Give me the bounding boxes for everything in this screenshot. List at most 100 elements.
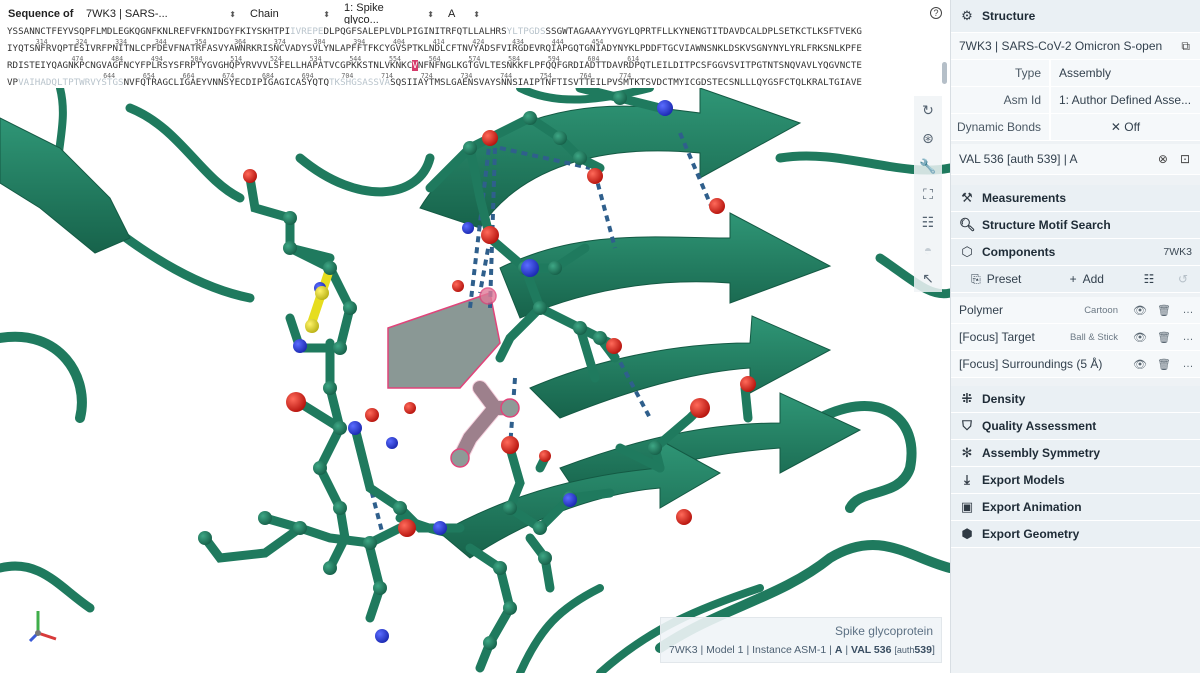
sequence-line[interactable]: RDISTEIYQAGNKPCNGVAGFNCYFPLRSYSFRPTYGVGH… bbox=[7, 60, 862, 72]
structure-entry-row[interactable]: 7WK3 | SARS-CoV-2 Omicron S-open ⧉ bbox=[951, 33, 1200, 60]
reset-camera-icon[interactable]: ↻ bbox=[914, 96, 942, 124]
eye-icon[interactable]: 👁︎ bbox=[1128, 304, 1152, 317]
tools-wrench-icon[interactable]: 🔧 bbox=[914, 152, 942, 180]
fullscreen-icon[interactable]: ⛶ bbox=[914, 180, 942, 208]
mol-viewer-app: Sequence of 7WK3 | SARS-... ⬍ Chain ⬍ 1: S… bbox=[0, 0, 1200, 673]
residue-span[interactable]: DLPQGFSALEPLVDLPIGINITRFQTLLALHRS bbox=[323, 26, 506, 37]
entity-select-value: 7WK3 | SARS-... bbox=[86, 8, 168, 20]
component-type: Ball & Stick bbox=[1069, 331, 1118, 343]
component-name[interactable]: Polymer bbox=[959, 303, 1084, 317]
focus-row[interactable]: VAL 536 [auth 539] | A ⊗ ⊡ bbox=[951, 144, 1200, 175]
motif-search-header[interactable]: 🔍︎ Structure Motif Search bbox=[951, 212, 1200, 239]
puzzle-icon: ✻ bbox=[961, 445, 973, 460]
settings-sliders-icon[interactable]: ☷ bbox=[914, 208, 942, 236]
question-circle-icon[interactable]: ? bbox=[930, 7, 942, 19]
export-animation-header[interactable]: ▣ Export Animation bbox=[951, 494, 1200, 521]
components-header[interactable]: ⬡ Components 7WK3 bbox=[951, 239, 1200, 266]
info-sep: | bbox=[746, 644, 750, 656]
mode-select[interactable]: Chain ⬍ bbox=[246, 5, 334, 23]
more-options-icon[interactable]: … bbox=[1176, 304, 1200, 316]
residue-span[interactable]: RDISTEIYQAGNKPCNGVAGFNCYFPLRSYSFRPTYGVGH… bbox=[7, 60, 412, 71]
export-geometry-header[interactable]: ⬢ Export Geometry bbox=[951, 521, 1200, 548]
unmodeled-residues[interactable]: IVREPE bbox=[290, 26, 323, 37]
unmodeled-residues[interactable]: TKSHGSASSVA bbox=[329, 77, 390, 88]
info-model: Model 1 bbox=[706, 644, 744, 656]
polymer-select[interactable]: 1: Spike glyco... ⬍ bbox=[340, 2, 438, 26]
measurements-header[interactable]: ⚒ Measurements bbox=[951, 185, 1200, 212]
trash-icon[interactable]: 🗑︎ bbox=[1152, 331, 1176, 344]
chevron-updown-icon: ⬍ bbox=[323, 9, 330, 19]
clear-focus-icon[interactable]: ⊗ bbox=[1158, 152, 1168, 166]
select-mode-cursor-icon[interactable]: ↖ bbox=[914, 264, 942, 292]
residue-span[interactable]: NFNFNGLKGTGVLTESNKKFLPFQQFGRDIADTTDAVRDP… bbox=[418, 60, 862, 71]
structure-header[interactable]: ⚙ Structure bbox=[951, 0, 1200, 33]
quality-header[interactable]: ⛉ Quality Assessment bbox=[951, 413, 1200, 440]
sliders-icon: ☷ bbox=[1143, 272, 1155, 286]
component-name[interactable]: [Focus] Surroundings (5 Å) bbox=[959, 357, 1118, 371]
residue-span[interactable]: SQSIIAYTMSLGAENSVAYSNNSIAIPTNFTISVTTEILP… bbox=[390, 77, 862, 88]
preset-button[interactable]: ⎘ Preset bbox=[951, 266, 1042, 292]
eye-icon[interactable]: 👁︎ bbox=[1128, 331, 1152, 344]
add-component-button[interactable]: + Add bbox=[1042, 266, 1133, 292]
residue-span[interactable]: NVFQTRAGCLIGAEYVNNSYECDIPIGAGICASYQTQ bbox=[124, 77, 329, 88]
component-type: Cartoon bbox=[1084, 304, 1118, 316]
type-row: Type Assembly bbox=[951, 60, 1200, 87]
sequence-scrollbar[interactable] bbox=[942, 62, 947, 84]
chain-select[interactable]: A ⬍ bbox=[444, 5, 484, 23]
sequence-line[interactable]: IYQTSNFRVQPTESIVRFPNITNLCPFDEVFNATRFASVY… bbox=[7, 43, 862, 55]
undo-history-button[interactable]: ↺ bbox=[1166, 266, 1200, 292]
trash-icon[interactable]: 🗑︎ bbox=[1152, 358, 1176, 371]
sequence-line[interactable]: VPVAIHADQLTPTWRVYSTGSNVFQTRAGCLIGAEYVNNS… bbox=[7, 77, 862, 88]
density-header[interactable]: ⁜ Density bbox=[951, 386, 1200, 413]
screenshot-icon[interactable]: ⊛ bbox=[914, 124, 942, 152]
symmetry-header[interactable]: ✻ Assembly Symmetry bbox=[951, 440, 1200, 467]
chevron-updown-icon: ⬍ bbox=[427, 9, 434, 19]
center-focus-icon[interactable]: ⊡ bbox=[1180, 152, 1190, 166]
film-icon: ▣ bbox=[960, 499, 974, 514]
focus-label: VAL 536 [auth 539] | A bbox=[959, 152, 1078, 166]
download-icon: ⤓ bbox=[964, 472, 970, 487]
symmetry-title: Assembly Symmetry bbox=[982, 446, 1101, 460]
focus-residue-highlight[interactable] bbox=[387, 292, 501, 389]
more-options-icon[interactable]: … bbox=[1176, 331, 1200, 343]
component-options-button[interactable]: ☷ bbox=[1132, 266, 1166, 292]
export-models-header[interactable]: ⤓ Export Models bbox=[951, 467, 1200, 494]
copy-icon[interactable]: ⧉ bbox=[1181, 39, 1190, 54]
asm-id-select[interactable]: 1: Author Defined Asse... bbox=[1049, 87, 1200, 113]
eye-icon[interactable]: 👁︎ bbox=[1128, 358, 1152, 371]
component-row[interactable]: Polymer Cartoon 👁︎ 🗑︎… bbox=[951, 297, 1200, 324]
dynamic-bonds-value: Off bbox=[1124, 120, 1141, 134]
molecule-canvas[interactable] bbox=[0, 88, 950, 673]
polymer-select-value: 1: Spike glyco... bbox=[344, 2, 384, 26]
dynamic-bonds-toggle[interactable]: ✕ Off bbox=[1049, 114, 1200, 140]
sequence-panel[interactable]: YSSANNCTFEYVSQPFLMDLEGKQGNFKNLREFVFKNIDG… bbox=[0, 24, 950, 88]
residue-span[interactable]: YSSANNCTFEYVSQPFLMDLEGKQGNFKNLREFVFKNIDG… bbox=[7, 26, 290, 37]
components-title: Components bbox=[982, 245, 1056, 259]
residue-span[interactable]: IYQTSNFRVQPTESIVRFPNITNLCPFDEVFNATRFASVY… bbox=[7, 43, 862, 54]
plus-icon: + bbox=[1069, 272, 1077, 286]
info-entity-title: Spike glycoprotein bbox=[834, 624, 933, 638]
component-list: Polymer Cartoon 👁︎ 🗑︎… [Focus] Target Ball & … bbox=[951, 297, 1200, 378]
residue-span[interactable]: SSGWTAGAAAYYVGYLQPRTFLLKYNENGTITDAVDCALD… bbox=[546, 26, 862, 37]
export-animation-title: Export Animation bbox=[982, 500, 1082, 514]
orientation-axes-icon bbox=[28, 611, 57, 643]
control-panel: ⚙ Structure 7WK3 | SARS-CoV-2 Omicron S-o… bbox=[950, 0, 1200, 673]
viewport-controls: ↻ ⊛ 🔧 ⛶ ☷ ◓ ↖ bbox=[914, 96, 942, 292]
density-title: Density bbox=[982, 392, 1026, 406]
trash-icon[interactable]: 🗑︎ bbox=[1152, 304, 1176, 317]
component-row[interactable]: [Focus] Surroundings (5 Å) 👁︎ 🗑︎… bbox=[951, 351, 1200, 378]
structure-entry-name: 7WK3 | SARS-CoV-2 Omicron S-open bbox=[959, 39, 1163, 53]
residue-span[interactable]: VP bbox=[7, 77, 18, 88]
component-name[interactable]: [Focus] Target bbox=[959, 330, 1070, 344]
unmodeled-residues[interactable]: YLTPGDS bbox=[507, 26, 546, 37]
ruler-icon: ⚒ bbox=[961, 190, 973, 205]
type-value[interactable]: Assembly bbox=[1049, 60, 1200, 86]
entity-select[interactable]: 7WK3 | SARS-... ⬍ bbox=[82, 5, 240, 23]
xr-headset-icon[interactable]: ◓ bbox=[914, 236, 942, 264]
component-row[interactable]: [Focus] Target Ball & Stick 👁︎ 🗑︎… bbox=[951, 324, 1200, 351]
unmodeled-residues[interactable]: VAIHADQLTPTWRVYSTGS bbox=[18, 77, 123, 88]
structure-title: Structure bbox=[982, 9, 1036, 23]
more-options-icon[interactable]: … bbox=[1176, 358, 1200, 370]
3d-viewport[interactable]: ↻ ⊛ 🔧 ⛶ ☷ ◓ ↖ Spike glycoprotein 7WK3 | Model … bbox=[0, 88, 950, 673]
sequence-line[interactable]: YSSANNCTFEYVSQPFLMDLEGKQGNFKNLREFVFKNIDG… bbox=[7, 26, 862, 38]
